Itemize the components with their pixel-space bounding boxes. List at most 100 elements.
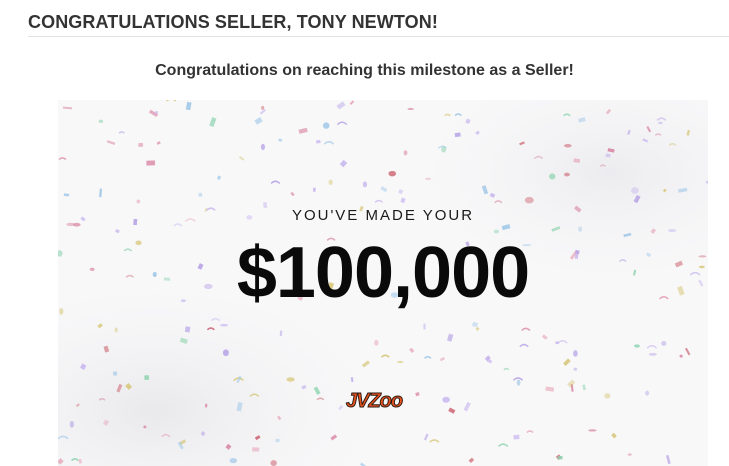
confetti-piece <box>475 326 480 331</box>
confetti-piece <box>407 107 414 111</box>
confetti-piece <box>446 333 454 342</box>
page-header: CONGRATULATIONS SELLER, TONY NEWTON! <box>28 10 729 37</box>
confetti-piece <box>252 447 260 452</box>
confetti-piece <box>260 143 266 151</box>
confetti-piece <box>70 458 79 462</box>
confetti-piece <box>78 458 83 464</box>
confetti-piece <box>557 455 563 460</box>
confetti-piece <box>564 144 572 148</box>
confetti-piece <box>204 403 208 408</box>
confetti-piece <box>503 367 510 371</box>
confetti-piece <box>605 153 611 158</box>
confetti-piece <box>58 458 64 465</box>
confetti-piece <box>648 352 657 356</box>
confetti-piece <box>423 433 429 441</box>
confetti-piece <box>439 356 446 362</box>
confetti-piece <box>222 349 229 357</box>
confetti-piece <box>524 196 534 204</box>
confetti-piece <box>668 143 677 146</box>
confetti-piece <box>179 337 188 344</box>
confetti-piece <box>98 397 106 401</box>
confetti-piece <box>665 454 671 465</box>
confetti-piece <box>146 160 156 166</box>
confetti-piece <box>63 193 70 197</box>
confetti-piece <box>236 401 243 412</box>
confetti-piece <box>549 173 556 180</box>
confetti-piece <box>521 327 531 331</box>
confetti-piece <box>201 431 206 436</box>
confetti-piece <box>185 101 192 111</box>
confetti-piece <box>154 110 159 114</box>
confetti-piece <box>58 435 69 440</box>
confetti-piece <box>313 187 316 192</box>
confetti-piece <box>642 138 649 143</box>
confetti-piece <box>494 200 503 204</box>
confetti-piece <box>103 345 110 353</box>
jvzoo-logo: JVZoo <box>346 390 405 413</box>
confetti-piece <box>279 330 283 337</box>
confetti-piece <box>290 191 295 197</box>
confetti-piece <box>313 386 321 395</box>
confetti-piece <box>219 323 229 327</box>
confetti-piece <box>678 187 688 193</box>
confetti-piece <box>270 180 281 185</box>
confetti-piece <box>684 347 691 356</box>
confetti-piece <box>563 358 571 366</box>
confetti-piece <box>627 129 631 135</box>
confetti-piece <box>519 343 529 348</box>
confetti-piece <box>210 317 221 322</box>
confetti-piece <box>526 430 534 434</box>
confetti-piece <box>98 119 104 123</box>
confetti-piece <box>403 150 408 156</box>
svg-text:JVZoo: JVZoo <box>346 390 403 412</box>
confetti-piece <box>349 100 355 105</box>
confetti-piece <box>423 355 432 359</box>
confetti-piece <box>328 179 333 186</box>
confetti-piece <box>166 100 177 102</box>
confetti-piece <box>605 108 612 115</box>
confetti-piece <box>143 425 147 429</box>
confetti-piece <box>454 132 461 138</box>
confetti-piece <box>161 433 171 438</box>
confetti-piece <box>103 419 110 426</box>
confetti-piece <box>113 371 118 376</box>
confetti-piece <box>106 140 116 146</box>
confetti-piece <box>448 407 456 414</box>
confetti-piece <box>261 105 265 110</box>
confetti-piece <box>298 127 308 134</box>
confetti-piece <box>323 141 335 145</box>
confetti-piece <box>578 117 586 123</box>
confetti-piece <box>423 323 426 330</box>
confetti-piece <box>656 117 667 121</box>
confetti-piece <box>396 360 404 364</box>
confetti-piece <box>322 122 330 129</box>
confetti-piece <box>225 443 232 450</box>
confetti-piece <box>206 327 215 331</box>
confetti-piece <box>441 146 447 153</box>
confetti-piece <box>442 396 450 403</box>
confetti-piece <box>631 187 639 194</box>
confetti-piece <box>633 194 641 204</box>
confetti-piece <box>330 434 338 441</box>
confetti-piece <box>338 405 344 411</box>
confetti-piece <box>388 170 397 177</box>
confetti-piece <box>611 432 617 439</box>
confetti-piece <box>557 340 568 344</box>
confetti-piece <box>497 443 509 448</box>
confetti-piece <box>429 439 440 443</box>
confetti-piece <box>374 339 379 346</box>
confetti-piece <box>646 345 658 349</box>
page-title: CONGRATULATIONS SELLER, TONY NEWTON! <box>28 12 438 32</box>
confetti-piece <box>336 101 346 110</box>
confetti-piece <box>567 379 576 388</box>
confetti-piece <box>254 435 261 441</box>
confetti-piece <box>513 434 520 440</box>
confetti-piece <box>465 118 471 124</box>
confetti-piece <box>238 156 245 161</box>
confetti-piece <box>62 106 72 110</box>
milestone-subtitle: Congratulations on reaching this milesto… <box>155 62 574 79</box>
confetti-piece <box>489 192 496 198</box>
confetti-piece <box>661 341 667 346</box>
confetti-piece <box>339 159 348 168</box>
confetti-piece <box>516 379 521 386</box>
